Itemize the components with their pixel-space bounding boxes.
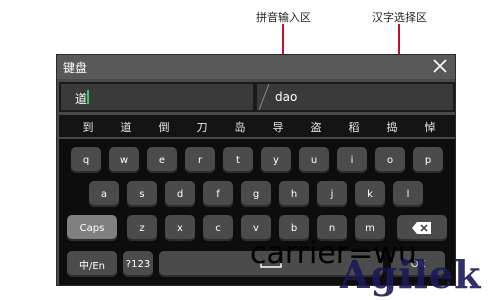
- backspace-key[interactable]: [397, 215, 447, 241]
- key-j[interactable]: j: [317, 181, 347, 207]
- pinyin-area-annotation: 拼音输入区: [256, 11, 311, 24]
- key-r[interactable]: r: [185, 147, 215, 173]
- hanzi-area-annotation: 汉字选择区: [372, 11, 427, 24]
- key-h[interactable]: h: [279, 181, 309, 207]
- key-l[interactable]: l: [393, 181, 423, 207]
- ok-key[interactable]: OK: [391, 251, 445, 277]
- caps-key[interactable]: Caps: [67, 215, 117, 241]
- key-g[interactable]: g: [241, 181, 271, 207]
- key-z[interactable]: z: [127, 215, 157, 241]
- lang-switch-key[interactable]: 中/En: [67, 251, 117, 277]
- divider-slash: [258, 84, 270, 110]
- candidate-char[interactable]: 道: [115, 119, 137, 135]
- key-area: q w e r t y u i o p a s d f g h j k l Ca…: [59, 139, 455, 285]
- backspace-icon: [412, 222, 431, 234]
- key-a[interactable]: a: [89, 181, 119, 207]
- candidate-char[interactable]: 导: [267, 119, 289, 135]
- key-p[interactable]: p: [413, 147, 443, 173]
- candidate-char[interactable]: 倒: [153, 119, 175, 135]
- candidate-char[interactable]: 盗: [305, 119, 327, 135]
- key-e[interactable]: e: [147, 147, 177, 173]
- symbols-key[interactable]: ?123: [123, 251, 153, 277]
- key-c[interactable]: c: [203, 215, 233, 241]
- candidate-char[interactable]: 岛: [229, 119, 251, 135]
- key-x[interactable]: x: [165, 215, 195, 241]
- key-s[interactable]: s: [127, 181, 157, 207]
- candidate-bar: 到 道 倒 刀 岛 导 盗 稻 捣 悼: [59, 115, 455, 137]
- pinyin-input-text: dao: [275, 90, 298, 104]
- text-cursor: [87, 90, 89, 104]
- key-v[interactable]: v: [241, 215, 271, 241]
- key-q[interactable]: q: [71, 147, 101, 173]
- key-n[interactable]: n: [317, 215, 347, 241]
- key-f[interactable]: f: [203, 181, 233, 207]
- key-w[interactable]: w: [109, 147, 139, 173]
- key-i[interactable]: i: [337, 147, 367, 173]
- key-m[interactable]: m: [355, 215, 385, 241]
- dialog-titlebar: 键盘: [57, 55, 455, 79]
- space-icon: [260, 261, 282, 268]
- keyboard-dialog: 键盘 道 dao 到 道 倒 刀 岛 导 盗 稻 捣 悼 q w e r t y…: [56, 54, 456, 286]
- candidate-char[interactable]: 稻: [343, 119, 365, 135]
- key-t[interactable]: t: [223, 147, 253, 173]
- candidate-char[interactable]: 刀: [191, 119, 213, 135]
- hanzi-output-text: 道: [75, 92, 88, 106]
- key-o[interactable]: o: [375, 147, 405, 173]
- close-icon[interactable]: [431, 57, 449, 75]
- hanzi-output-field[interactable]: 道: [61, 84, 253, 110]
- candidate-char[interactable]: 到: [77, 119, 99, 135]
- key-y[interactable]: y: [261, 147, 291, 173]
- space-key[interactable]: [159, 251, 383, 277]
- input-area: 道 dao: [59, 82, 455, 112]
- pinyin-input-field[interactable]: dao: [257, 84, 453, 110]
- key-d[interactable]: d: [165, 181, 195, 207]
- dialog-title: 键盘: [63, 61, 88, 75]
- candidate-char[interactable]: 悼: [419, 119, 441, 135]
- key-k[interactable]: k: [355, 181, 385, 207]
- candidate-char[interactable]: 捣: [381, 119, 403, 135]
- key-u[interactable]: u: [299, 147, 329, 173]
- key-b[interactable]: b: [279, 215, 309, 241]
